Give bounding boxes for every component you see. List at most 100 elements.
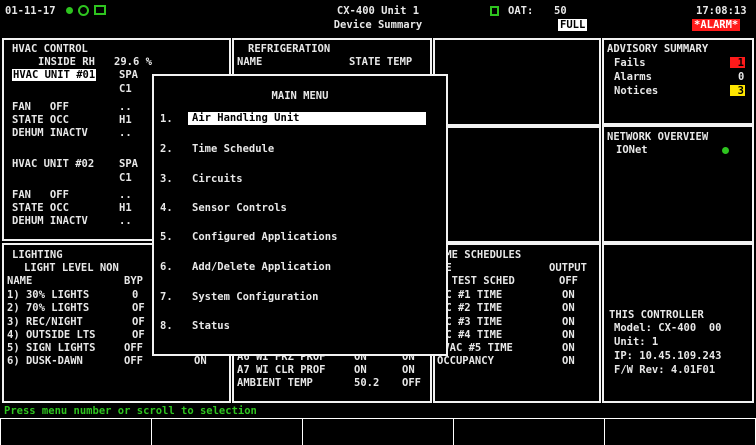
menu-item-number: 2.: [160, 143, 173, 155]
status-dot-icon: [66, 7, 73, 14]
menu-item-number: 6.: [160, 261, 173, 273]
oat-value: 50: [554, 5, 567, 17]
hvac-unit-02-label[interactable]: HVAC UNIT #02: [12, 158, 94, 170]
hvac-unit-01-dehum: DEHUM INACTV: [12, 127, 88, 139]
time-schedules-panel[interactable]: IME SCHEDULES ME OUTPUT R TEST SCHED OFF…: [433, 243, 601, 403]
softkey-3[interactable]: [302, 418, 453, 445]
ionet-label: IONet: [616, 144, 648, 156]
blank-panel-upper: [433, 38, 601, 126]
menu-item-label: Add/Delete Application: [192, 261, 332, 273]
hvac-unit-01-col: SPA: [119, 69, 138, 81]
lighting-row: 1) 30% LIGHTS: [7, 289, 90, 301]
menu-item-number: 5.: [160, 231, 173, 243]
controller-title: THIS CONTROLLER: [609, 309, 704, 321]
lock-icon: [490, 6, 499, 16]
inside-rh-value: 29.6 %: [114, 56, 152, 68]
menu-item-sensor-controls[interactable]: 4. Sensor Controls: [160, 201, 430, 215]
lighting-col-name: NAME: [7, 275, 33, 287]
hvac-unit-02-c: C1: [119, 172, 132, 184]
hvac-unit-01-label[interactable]: HVAC UNIT #01: [12, 69, 97, 81]
menu-item-status[interactable]: 8. Status: [160, 319, 430, 333]
menu-item-label: Time Schedule: [192, 143, 275, 155]
time-schedule-output: ON: [562, 289, 575, 301]
controller-ip: IP: 10.45.109.243: [614, 350, 722, 362]
hvac-unit-02-state-value: H1: [119, 202, 132, 214]
softkey-1[interactable]: [0, 418, 151, 445]
notices-count[interactable]: 3: [730, 85, 745, 97]
lighting-row-output: ON: [194, 355, 207, 367]
refrigeration-row-state: 50.2: [354, 377, 380, 389]
alarms-count[interactable]: 0: [738, 71, 744, 83]
time-schedule-output: ON: [562, 342, 575, 354]
main-menu-dialog: MAIN MENU 1. Air Handling Unit 2. Time S…: [152, 74, 448, 356]
menu-item-circuits[interactable]: 3. Circuits: [160, 172, 430, 186]
network-icon: [78, 5, 89, 16]
lighting-row-byp: 0: [132, 289, 139, 301]
hvac-unit-01-c: C1: [119, 83, 132, 95]
ionet-status-icon: [722, 147, 729, 154]
refrigeration-title: REFRIGERATION: [248, 43, 331, 55]
lighting-row-byp: OFF: [124, 355, 143, 367]
status-line: Press menu number or scroll to selection: [0, 404, 756, 418]
lighting-row-byp: OF: [132, 329, 145, 341]
fails-count[interactable]: 1: [730, 57, 745, 69]
time-schedule-output: ON: [562, 302, 575, 314]
softkey-4[interactable]: [453, 418, 604, 445]
network-overview-panel[interactable]: NETWORK OVERVIEW IONet: [602, 125, 754, 243]
time-schedule-row: OCCUPANCY: [437, 355, 494, 367]
menu-item-label: Sensor Controls: [192, 202, 287, 214]
network-title: NETWORK OVERVIEW: [607, 131, 709, 143]
menu-item-add-delete-application[interactable]: 6. Add/Delete Application: [160, 260, 430, 274]
softkey-2[interactable]: [151, 418, 302, 445]
time-schedule-output: OFF: [559, 275, 578, 287]
hvac-unit-02-fan-value: ..: [119, 189, 132, 201]
menu-item-air-handling-unit[interactable]: 1. Air Handling Unit: [160, 112, 430, 126]
time-schedule-row: AC #2 TIME: [439, 302, 503, 314]
time-schedule-row: AC #3 TIME: [439, 316, 503, 328]
lighting-title: LIGHTING: [12, 249, 63, 261]
inside-rh-label: INSIDE RH: [38, 56, 95, 68]
softkey-5[interactable]: [604, 418, 756, 445]
menu-item-label: System Configuration: [192, 291, 319, 303]
time-schedule-row: AC #1 TIME: [439, 289, 503, 301]
lighting-row: 6) DUSK-DAWN: [7, 355, 83, 367]
hvac-unit-01-dehum-value: ..: [119, 127, 132, 139]
advisory-summary-panel[interactable]: ADVISORY SUMMARY Fails 1 Alarms 0 Notice…: [602, 38, 754, 125]
lighting-row: 5) SIGN LIGHTS: [7, 342, 96, 354]
lighting-row: 4) OUTSIDE LTS: [7, 329, 96, 341]
time-schedule-row: AC #4 TIME: [439, 329, 503, 341]
this-controller-panel: THIS CONTROLLER Model: CX-400 00 Unit: 1…: [602, 243, 754, 403]
blank-panel-middle: [433, 126, 601, 243]
refrigeration-row: AMBIENT TEMP: [237, 377, 313, 389]
lighting-row-byp: OF: [132, 302, 145, 314]
advisory-title: ADVISORY SUMMARY: [607, 43, 709, 55]
time-schedule-output: ON: [562, 329, 575, 341]
page-title: CX-400 Unit 1: [336, 5, 420, 17]
time-schedules-title: IME SCHEDULES: [439, 249, 522, 261]
menu-item-number: 4.: [160, 202, 173, 214]
lighting-row: 3) REC/NIGHT: [7, 316, 83, 328]
refrigeration-col-name: NAME: [237, 56, 263, 68]
refrigeration-row-temp: ON: [402, 364, 415, 376]
time-schedule-output: ON: [562, 355, 575, 367]
controller-firmware: F/W Rev: 4.01F01: [614, 364, 716, 376]
page-subtitle: Device Summary: [333, 19, 423, 31]
menu-item-label: Circuits: [192, 173, 243, 185]
menu-item-system-configuration[interactable]: 7. System Configuration: [160, 290, 430, 304]
menu-item-number: 7.: [160, 291, 173, 303]
softkey-bar: [0, 418, 756, 445]
status-message: Press menu number or scroll to selection: [4, 405, 257, 417]
oat-label: OAT:: [508, 5, 534, 17]
time-schedule-row: R TEST SCHED: [439, 275, 515, 287]
menu-item-configured-applications[interactable]: 5. Configured Applications: [160, 230, 430, 244]
full-badge: FULL: [558, 19, 588, 31]
menu-item-time-schedule[interactable]: 2. Time Schedule: [160, 142, 430, 156]
hvac-unit-02-dehum-value: ..: [119, 215, 132, 227]
notices-label: Notices: [614, 85, 659, 97]
light-level: LIGHT LEVEL NON: [24, 262, 119, 274]
hvac-unit-02-col: SPA: [119, 158, 138, 170]
refrigeration-row: A7 WI CLR PROF: [237, 364, 326, 376]
time-schedules-col-output: OUTPUT: [549, 262, 587, 274]
lighting-row-byp: OFF: [124, 342, 143, 354]
alarm-indicator[interactable]: *ALARM*: [692, 19, 741, 31]
